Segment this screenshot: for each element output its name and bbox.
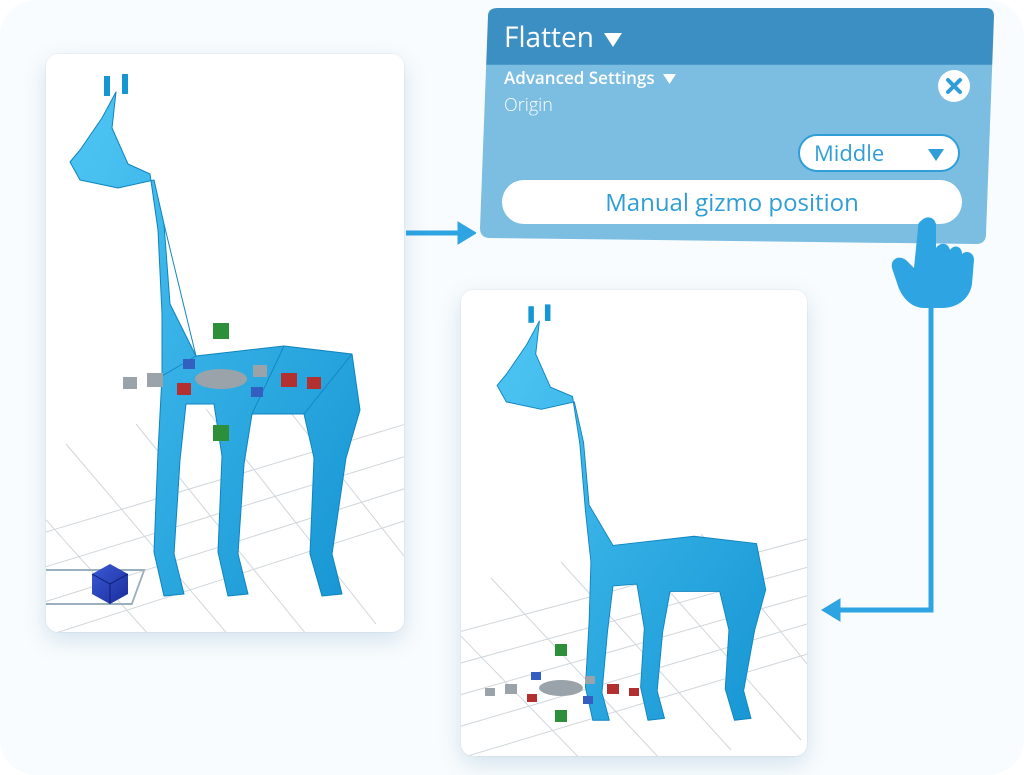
manual-gizmo-button[interactable]: Manual gizmo position [502, 180, 962, 224]
caret-down-icon [604, 18, 622, 56]
panel-title-row[interactable]: Flatten [504, 18, 970, 56]
model-giraffe [497, 304, 766, 720]
scene-after [461, 290, 807, 756]
origin-field-label: Origin [504, 93, 970, 117]
scene-before [46, 54, 404, 632]
caret-down-icon [663, 66, 676, 89]
panel-section-row[interactable]: Advanced Settings [504, 66, 970, 89]
arrow-panel-to-after [816, 306, 946, 636]
viewport-after [461, 290, 807, 756]
close-button[interactable] [938, 70, 970, 102]
diagram-canvas: Flatten Advanced Settings Origin Middle [0, 0, 1024, 775]
settings-panel: Flatten Advanced Settings Origin Middle [480, 8, 994, 226]
manual-gizmo-button-label: Manual gizmo position [605, 186, 859, 219]
close-icon [944, 76, 964, 96]
gizmo-floor [485, 644, 639, 722]
viewport-before [46, 54, 404, 632]
arrow-before-to-panel [406, 218, 476, 248]
origin-dropdown-value: Middle [814, 138, 884, 168]
origin-dropdown[interactable]: Middle [798, 134, 960, 172]
panel-section-label: Advanced Settings [504, 66, 655, 89]
caret-down-icon [928, 138, 944, 168]
panel-title: Flatten [504, 18, 594, 56]
